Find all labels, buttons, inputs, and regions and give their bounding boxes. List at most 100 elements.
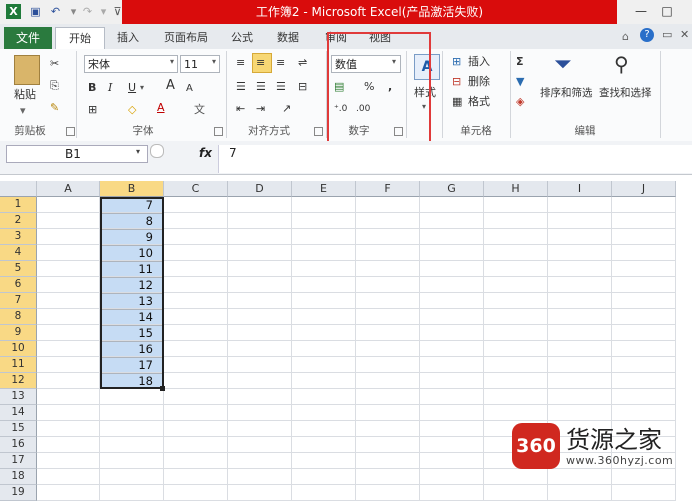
cell[interactable] (612, 197, 676, 213)
cell[interactable] (420, 405, 484, 421)
tab-home[interactable]: 开始 (55, 27, 105, 50)
cell[interactable] (37, 469, 100, 485)
cell[interactable] (37, 197, 100, 213)
cell[interactable] (292, 389, 356, 405)
cell[interactable] (420, 261, 484, 277)
cell[interactable] (292, 437, 356, 453)
column-header-i[interactable]: I (548, 181, 612, 197)
cell[interactable] (100, 453, 164, 469)
formula-expand-icon[interactable] (150, 144, 164, 158)
cell[interactable] (164, 341, 228, 357)
cell[interactable] (292, 309, 356, 325)
formula-input[interactable]: 7 (218, 145, 692, 173)
alignment-launcher-icon[interactable] (314, 127, 323, 136)
cell[interactable] (100, 405, 164, 421)
cell[interactable] (484, 405, 548, 421)
cell[interactable] (484, 229, 548, 245)
cell[interactable] (612, 229, 676, 245)
cell[interactable] (612, 469, 676, 485)
cell[interactable] (37, 277, 100, 293)
cell[interactable] (420, 293, 484, 309)
cell[interactable] (164, 197, 228, 213)
paste-button[interactable]: 粘贴 (14, 88, 36, 102)
cell[interactable] (420, 197, 484, 213)
row-header-3[interactable]: 3 (0, 229, 37, 245)
fill-handle[interactable] (160, 386, 165, 391)
cell[interactable] (228, 469, 292, 485)
paste-dropdown-icon[interactable]: ▾ (20, 104, 26, 118)
redo-dropdown-icon[interactable]: ▾ (96, 4, 111, 19)
cut-icon[interactable]: ✂ (50, 57, 59, 71)
cell[interactable] (548, 357, 612, 373)
cell[interactable] (164, 261, 228, 277)
cell[interactable] (484, 277, 548, 293)
cell[interactable] (164, 293, 228, 309)
cell[interactable] (548, 277, 612, 293)
cell[interactable] (37, 229, 100, 245)
cell[interactable] (484, 309, 548, 325)
row-header-12[interactable]: 12 (0, 373, 37, 389)
cell[interactable] (228, 229, 292, 245)
cell[interactable] (228, 309, 292, 325)
cell[interactable] (484, 469, 548, 485)
cell[interactable] (228, 389, 292, 405)
cell[interactable] (37, 437, 100, 453)
align-right-icon[interactable]: ☰ (276, 80, 286, 94)
cell[interactable] (356, 357, 420, 373)
cell[interactable] (548, 229, 612, 245)
cell[interactable] (292, 469, 356, 485)
cell[interactable] (356, 309, 420, 325)
cell[interactable] (612, 309, 676, 325)
cell[interactable] (420, 453, 484, 469)
cell[interactable] (356, 373, 420, 389)
cell[interactable] (292, 373, 356, 389)
cell[interactable] (548, 405, 612, 421)
clear-icon[interactable]: ◈ (516, 95, 524, 109)
row-header-15[interactable]: 15 (0, 421, 37, 437)
cell[interactable] (37, 373, 100, 389)
cell[interactable] (164, 309, 228, 325)
cell[interactable] (292, 405, 356, 421)
cell[interactable] (612, 277, 676, 293)
cell[interactable] (292, 421, 356, 437)
cell[interactable] (484, 293, 548, 309)
cell[interactable] (356, 261, 420, 277)
cell[interactable] (228, 277, 292, 293)
format-cells-icon[interactable]: ▦ (452, 95, 462, 109)
cell[interactable] (228, 453, 292, 469)
cell[interactable] (37, 325, 100, 341)
cell[interactable] (356, 229, 420, 245)
cell[interactable] (420, 341, 484, 357)
row-header-5[interactable]: 5 (0, 261, 37, 277)
maximize-button[interactable]: □ (656, 2, 678, 20)
ribbon-collapse-icon[interactable]: ⌂ (622, 30, 629, 43)
cell[interactable] (100, 389, 164, 405)
cell[interactable] (356, 245, 420, 261)
cell[interactable] (420, 309, 484, 325)
cell[interactable] (420, 373, 484, 389)
cell[interactable] (37, 293, 100, 309)
cell[interactable] (292, 213, 356, 229)
align-bottom-icon[interactable]: ≡ (276, 56, 285, 70)
cell[interactable] (37, 309, 100, 325)
row-header-9[interactable]: 9 (0, 325, 37, 341)
cell[interactable] (292, 357, 356, 373)
cell[interactable] (228, 293, 292, 309)
align-top-icon[interactable]: ≡ (236, 56, 245, 70)
cell[interactable] (356, 325, 420, 341)
cell[interactable] (164, 469, 228, 485)
orientation-icon[interactable]: ↗ (282, 102, 291, 116)
wrap-text-icon[interactable]: ⇌ (298, 56, 307, 70)
cell[interactable] (356, 197, 420, 213)
cell[interactable] (356, 405, 420, 421)
cell[interactable] (484, 213, 548, 229)
cell[interactable] (164, 277, 228, 293)
minimize-button[interactable]: — (630, 2, 652, 20)
cell[interactable] (37, 261, 100, 277)
font-size-dropdown-icon[interactable]: ▾ (212, 57, 216, 66)
grow-font-button[interactable]: A (166, 79, 175, 93)
cell[interactable] (484, 197, 548, 213)
cell[interactable] (164, 357, 228, 373)
cell[interactable] (37, 405, 100, 421)
redo-icon[interactable]: ↷ (80, 4, 95, 19)
